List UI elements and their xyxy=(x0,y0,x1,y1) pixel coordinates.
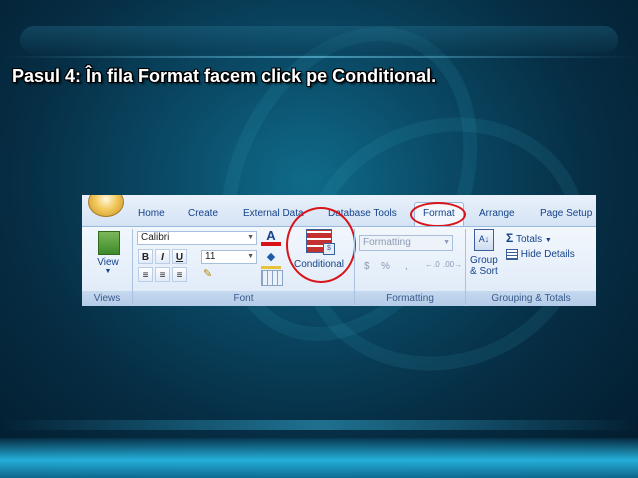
views-group-label: Views xyxy=(82,291,132,306)
format-dropdown-value: Formatting xyxy=(363,237,411,248)
hide-details-icon xyxy=(506,249,518,260)
ribbon: Home Create External Data Database Tools… xyxy=(82,195,596,306)
format-tab-highlight xyxy=(410,202,466,227)
group-sort-icon: A↓ xyxy=(474,229,494,251)
background-top-bar xyxy=(20,26,618,54)
group-sort-label-line2: & Sort xyxy=(470,266,498,277)
tab-home[interactable]: Home xyxy=(138,208,165,219)
background-bottom-glow xyxy=(0,438,638,478)
ribbon-panel: View ▼ Views Calibri ▼ 11 ▼ B I U ≡ ≡ ≡ … xyxy=(82,207,596,306)
chevron-down-icon: ▼ xyxy=(544,237,552,244)
fill-color-icon[interactable]: ◆ xyxy=(261,250,281,269)
bold-button[interactable]: B xyxy=(138,249,153,264)
grouping-totals-group: A↓ Group & Sort Σ Totals ▼ Hide Details … xyxy=(466,227,596,306)
conditional-highlight xyxy=(286,207,356,283)
font-size-value: 11 xyxy=(205,251,216,262)
hide-details-button[interactable]: Hide Details xyxy=(506,249,575,260)
chevron-down-icon: ▼ xyxy=(104,268,112,275)
tab-create[interactable]: Create xyxy=(188,208,218,219)
align-right-icon[interactable]: ≡ xyxy=(172,267,187,282)
font-name-box[interactable]: Calibri ▼ xyxy=(137,231,257,245)
chevron-down-icon: ▼ xyxy=(443,239,450,246)
format-dropdown[interactable]: Formatting ▼ xyxy=(359,235,453,251)
tab-arrange[interactable]: Arrange xyxy=(479,208,515,219)
grouping-totals-group-label: Grouping & Totals xyxy=(466,291,596,306)
currency-button[interactable]: $ xyxy=(364,261,370,272)
views-group: View ▼ Views xyxy=(82,227,132,306)
slide-title: Pasul 4: În fila Format facem click pe C… xyxy=(12,66,437,86)
hide-details-label: Hide Details xyxy=(520,249,575,261)
group-sort-label: Group xyxy=(470,255,498,266)
office-button[interactable] xyxy=(88,195,124,217)
view-button[interactable]: View ▼ xyxy=(95,231,121,281)
chevron-down-icon: ▼ xyxy=(247,253,254,260)
chevron-down-icon: ▼ xyxy=(247,234,254,241)
font-color-button[interactable]: A xyxy=(261,229,281,247)
decrease-decimal-icon[interactable]: .00→ xyxy=(443,260,462,269)
totals-label: Totals xyxy=(515,234,543,245)
format-painter-icon[interactable]: ✎ xyxy=(203,267,212,280)
background-streak xyxy=(0,56,638,58)
tab-page-setup[interactable]: Page Setup xyxy=(540,208,592,219)
sigma-icon: Σ xyxy=(506,231,514,245)
italic-button[interactable]: I xyxy=(155,249,170,264)
gridlines-icon[interactable] xyxy=(261,270,283,286)
underline-button[interactable]: U xyxy=(172,249,187,264)
font-color-icon: A xyxy=(266,228,276,243)
increase-decimal-icon[interactable]: ←.0 xyxy=(425,260,440,269)
font-size-box[interactable]: 11 ▼ xyxy=(201,250,257,264)
align-center-icon[interactable]: ≡ xyxy=(155,267,170,282)
view-button-label: View xyxy=(97,257,119,268)
background-bottom-band xyxy=(0,420,638,430)
totals-button[interactable]: Σ Totals ▼ xyxy=(506,231,552,245)
formatting-group: Formatting ▼ $ % , ←.0 .00→ Formatting xyxy=(355,227,465,306)
formatting-group-label: Formatting xyxy=(355,291,465,306)
datasheet-view-icon xyxy=(98,231,120,255)
font-name-value: Calibri xyxy=(141,232,170,243)
comma-button[interactable]: , xyxy=(405,261,408,272)
align-left-icon[interactable]: ≡ xyxy=(138,267,153,282)
group-sort-button[interactable]: A↓ Group & Sort xyxy=(470,229,502,285)
tab-external-data[interactable]: External Data xyxy=(243,208,304,219)
percent-button[interactable]: % xyxy=(381,261,390,272)
font-group-label: Font xyxy=(133,291,354,306)
font-group: Calibri ▼ 11 ▼ B I U ≡ ≡ ≡ ✎ A ◆ $ Condi… xyxy=(133,207,356,306)
